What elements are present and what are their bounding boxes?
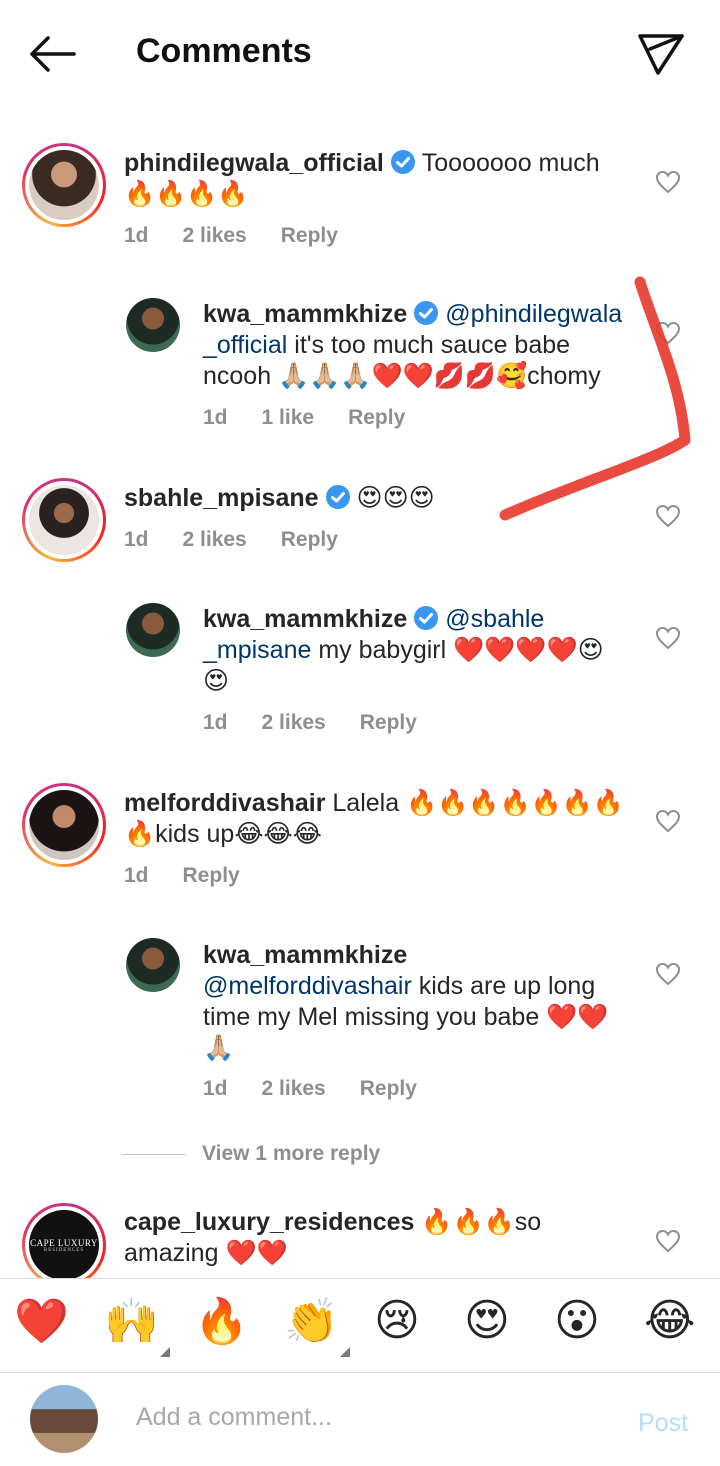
story-ring[interactable]: CAPE LUXURY RESIDENCES (22, 1203, 106, 1278)
tears-of-joy-emoji: 😂 (644, 1296, 696, 1345)
arrow-left-icon (30, 36, 76, 72)
story-ring[interactable] (22, 783, 106, 867)
verified-badge-icon (414, 301, 439, 325)
share-button[interactable] (636, 30, 686, 76)
view-more-replies-button[interactable]: View 1 more reply (122, 1142, 380, 1166)
page-title: Comments (136, 32, 312, 70)
heart-outline-icon[interactable] (655, 321, 681, 345)
reply-button[interactable]: Reply (183, 864, 240, 887)
comment-time: 1d (203, 1077, 228, 1100)
comment-username[interactable]: sbahle_mpisane (124, 484, 319, 512)
comment-body: melforddivashair Lalela 🔥🔥🔥🔥🔥🔥🔥 🔥kids up… (124, 788, 624, 850)
comment-time: 1d (124, 864, 149, 887)
view-more-label: View 1 more reply (202, 1142, 381, 1165)
surprised-face-emoji: 😮 (554, 1296, 600, 1345)
avatar[interactable] (29, 485, 99, 555)
comment-meta: 1d 2 likes Reply (203, 711, 451, 735)
comment-meta: 1d 1 like Reply (203, 406, 439, 430)
top-bar: Comments (0, 0, 720, 108)
comment-input[interactable] (136, 1403, 606, 1432)
post-button[interactable]: Post (638, 1409, 688, 1438)
comment-composer: Post (0, 1372, 720, 1466)
skin-tone-indicator (340, 1347, 350, 1357)
reply-button[interactable]: Reply (281, 528, 338, 551)
avatar[interactable] (29, 150, 99, 220)
comment-time: 1d (124, 528, 149, 551)
comment-meta: 1d Reply (124, 864, 274, 888)
logo-text: CAPE LUXURY (30, 1237, 98, 1248)
like-count[interactable]: 2 likes (183, 528, 247, 551)
heart-outline-icon[interactable] (655, 962, 681, 986)
heart-emoji: ❤️ (14, 1297, 69, 1346)
emoji-laughing-button[interactable]: 😂 (644, 1295, 704, 1355)
avatar[interactable]: CAPE LUXURY RESIDENCES (29, 1210, 99, 1278)
emoji-crying-button[interactable]: 😢 (374, 1295, 434, 1355)
like-count[interactable]: 2 likes (262, 711, 326, 734)
story-ring[interactable] (22, 143, 106, 227)
clapping-hands-emoji: 👏 (284, 1297, 339, 1346)
comment-time: 1d (124, 224, 149, 247)
avatar[interactable] (126, 298, 180, 352)
raised-hands-emoji: 🙌 (104, 1297, 159, 1346)
emoji-clap-button[interactable]: 👏 (284, 1295, 350, 1357)
verified-badge-icon (325, 485, 350, 509)
emoji-raised-hands-button[interactable]: 🙌 (104, 1295, 170, 1357)
mention-link[interactable]: @melforddivashair (203, 972, 412, 1000)
reply-button[interactable]: Reply (360, 1077, 417, 1100)
reply-button[interactable]: Reply (348, 406, 405, 429)
back-button[interactable] (28, 34, 78, 74)
story-ring[interactable] (22, 478, 106, 562)
avatar[interactable] (29, 790, 99, 860)
comment-username[interactable]: melforddivashair (124, 789, 325, 817)
comment-username[interactable]: phindilegwala_official (124, 149, 384, 177)
brand-logo: CAPE LUXURY RESIDENCES (29, 1238, 99, 1253)
verified-badge-icon (390, 150, 415, 174)
paper-plane-icon (638, 34, 684, 75)
avatar[interactable] (126, 603, 180, 657)
emoji-surprised-button[interactable]: 😮 (554, 1295, 614, 1355)
reply-body: kwa_mammkhize @sbahle _mpisane my babygir… (203, 604, 623, 697)
comment-body: cape_luxury_residences 🔥🔥🔥so amazing ❤️❤… (124, 1207, 634, 1269)
comment-time: 1d (203, 406, 228, 429)
heart-outline-icon[interactable] (655, 504, 681, 528)
reply-button[interactable]: Reply (281, 224, 338, 247)
skin-tone-indicator (160, 1347, 170, 1357)
emoji-heart-button[interactable]: ❤️ (14, 1295, 74, 1355)
comment-time: 1d (203, 711, 228, 734)
heart-outline-icon[interactable] (655, 1229, 681, 1253)
heart-eyes-emoji: 😍 (464, 1296, 510, 1345)
avatar[interactable] (126, 938, 180, 992)
divider (122, 1153, 186, 1155)
emoji-fire-button[interactable]: 🔥 (194, 1295, 254, 1355)
comment-meta: 1d 2 likes Reply (203, 1077, 451, 1101)
like-count[interactable]: 2 likes (183, 224, 247, 247)
like-count[interactable]: 2 likes (262, 1077, 326, 1100)
comment-username[interactable]: kwa_mammkhize (203, 941, 407, 969)
reply-button[interactable]: Reply (360, 711, 417, 734)
logo-subtext: RESIDENCES (43, 1247, 85, 1253)
reply-body: kwa_mammkhize @melforddivashair kids are… (203, 940, 633, 1064)
comment-text: 😍😍😍 (356, 484, 435, 512)
comment-emoji: 🔥🔥🔥🔥 (124, 180, 249, 208)
comment-username[interactable]: cape_luxury_residences (124, 1208, 414, 1236)
heart-outline-icon[interactable] (655, 809, 681, 833)
like-count[interactable]: 1 like (262, 406, 315, 429)
comment-username[interactable]: kwa_mammkhize (203, 605, 407, 633)
current-user-avatar[interactable] (30, 1385, 98, 1453)
comment-meta: 1d 2 likes Reply (124, 224, 372, 248)
fire-emoji: 🔥 (194, 1297, 249, 1346)
comment-body: sbahle_mpisane 😍😍😍 (124, 483, 624, 514)
comment-username[interactable]: kwa_mammkhize (203, 300, 407, 328)
heart-outline-icon[interactable] (655, 626, 681, 650)
verified-badge-icon (414, 606, 439, 630)
comment-text: Tooooooo much (421, 149, 600, 177)
crying-face-emoji: 😢 (374, 1296, 420, 1345)
heart-outline-icon[interactable] (655, 170, 681, 194)
emoji-quick-bar: ❤️ 🙌 🔥 👏 😢 😍 😮 😂 (0, 1278, 720, 1372)
comment-body: phindilegwala_official Tooooooo much 🔥🔥🔥🔥 (124, 148, 624, 210)
reply-body: kwa_mammkhize @phindilegwala _official it… (203, 299, 633, 392)
comments-list[interactable]: phindilegwala_official Tooooooo much 🔥🔥🔥🔥… (0, 108, 720, 1278)
emoji-heart-eyes-button[interactable]: 😍 (464, 1295, 524, 1355)
comment-meta: 1d 2 likes Reply (124, 528, 372, 552)
